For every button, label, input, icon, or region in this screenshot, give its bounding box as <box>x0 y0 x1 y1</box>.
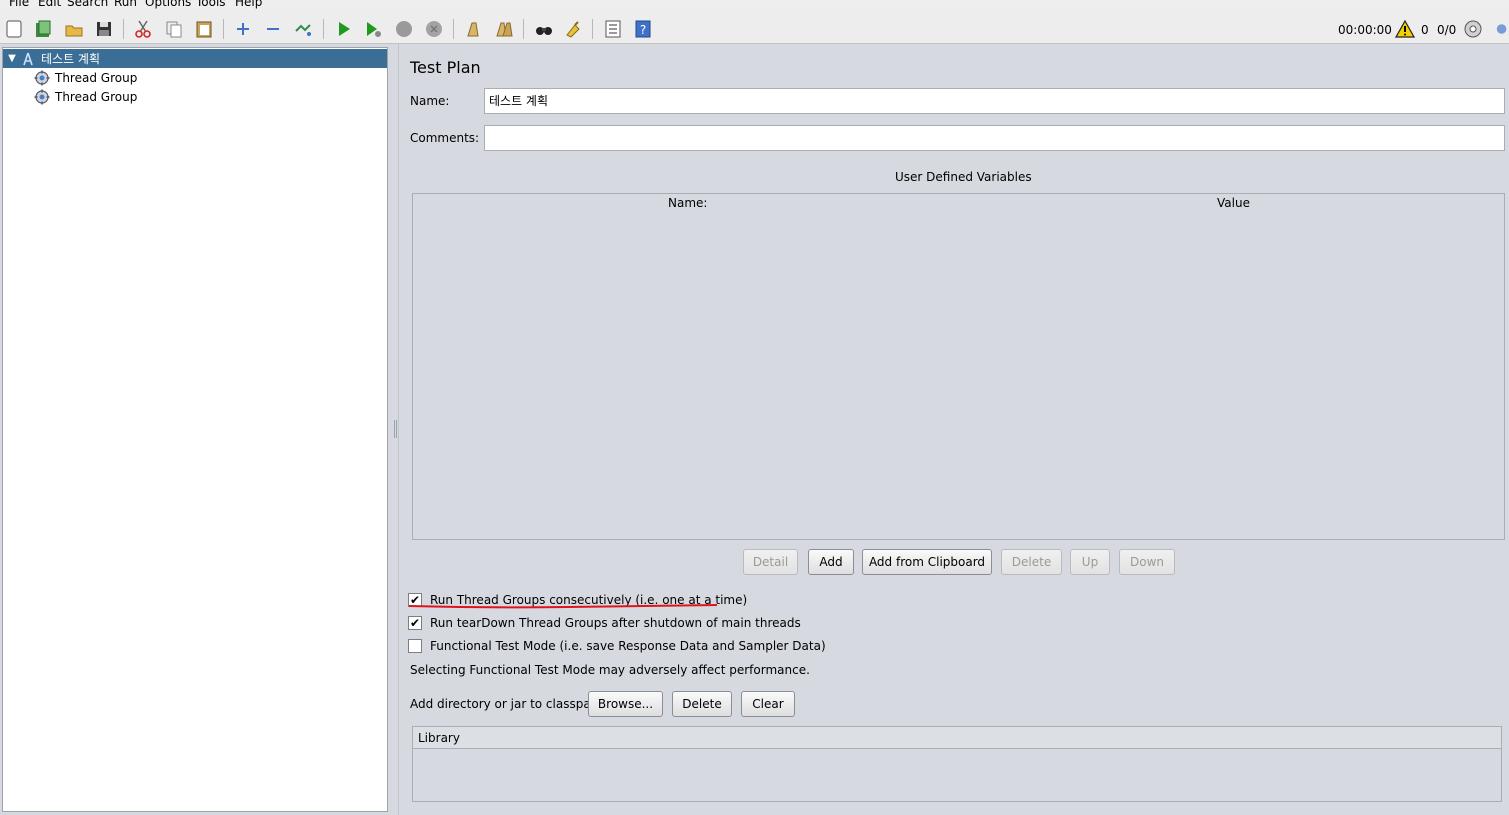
page-title: Test Plan <box>410 58 481 77</box>
test-plan-tree: ▼ 테스트 계획 Thread Group Thread Group <box>2 47 388 812</box>
help-icon[interactable]: ? <box>632 18 654 40</box>
tree-item-label: Thread Group <box>55 70 138 85</box>
tree-item-label: Thread Group <box>55 89 138 104</box>
active-threads: 0/0 <box>1437 23 1457 37</box>
tree-item-thread-group[interactable]: Thread Group <box>33 68 137 87</box>
delete-variable-button[interactable]: Delete <box>1001 549 1062 575</box>
down-button[interactable]: Down <box>1119 549 1175 575</box>
tree-collapse-icon[interactable]: ▼ <box>5 53 19 64</box>
checkbox-checked[interactable]: ✔ <box>408 616 422 630</box>
functional-mode-warning: Selecting Functional Test Mode may adver… <box>410 663 810 677</box>
clear-icon[interactable] <box>462 18 484 40</box>
comments-label: Comments: <box>410 131 480 145</box>
reset-search-icon[interactable] <box>562 18 584 40</box>
start-icon[interactable] <box>333 18 355 40</box>
functional-test-mode-checkbox[interactable]: Functional Test Mode (i.e. save Response… <box>408 636 826 656</box>
checkbox-label: Run tearDown Thread Groups after shutdow… <box>430 616 801 630</box>
clear-button[interactable]: Clear <box>741 691 795 717</box>
log-viewer-icon[interactable] <box>1492 18 1508 40</box>
thread-group-gear-icon <box>33 70 51 86</box>
collapse-icon[interactable] <box>262 18 284 40</box>
paste-icon[interactable] <box>193 18 215 40</box>
checkbox-label: Functional Test Mode (i.e. save Response… <box>430 639 826 653</box>
function-helper-icon[interactable] <box>602 18 624 40</box>
menu-options[interactable]: Options <box>145 0 191 10</box>
test-plan-panel: Test Plan Name: 테스트 계획 Comments: User De… <box>400 44 1509 815</box>
menu-help[interactable]: Help <box>235 0 262 10</box>
add-button[interactable]: Add <box>808 549 854 575</box>
name-field[interactable]: 테스트 계획 <box>484 88 1505 114</box>
comments-field[interactable] <box>484 125 1505 151</box>
new-icon[interactable] <box>3 18 25 40</box>
checkbox-unchecked[interactable] <box>408 639 422 653</box>
menu-file[interactable]: File <box>9 0 29 10</box>
shutdown-icon[interactable] <box>423 18 445 40</box>
udv-column-name[interactable]: Name: <box>668 196 707 210</box>
elapsed-time: 00:00:00 <box>1338 23 1392 37</box>
add-from-clipboard-button[interactable]: Add from Clipboard <box>862 549 992 575</box>
test-plan-icon <box>19 51 37 67</box>
library-table[interactable]: Library <box>412 726 1502 802</box>
toggle-icon[interactable] <box>292 18 314 40</box>
remote-status-icon <box>1462 18 1484 40</box>
save-icon[interactable] <box>93 18 115 40</box>
cut-icon[interactable] <box>132 18 154 40</box>
toolbar: ? 00:00:00 0 0/0 <box>0 10 1509 44</box>
expand-icon[interactable] <box>232 18 254 40</box>
open-icon[interactable] <box>63 18 85 40</box>
divider-grip[interactable] <box>394 420 397 438</box>
menu-run[interactable]: Run <box>114 0 137 10</box>
warning-icon[interactable] <box>1394 18 1416 40</box>
tree-item-thread-group[interactable]: Thread Group <box>33 87 137 106</box>
search-icon[interactable] <box>533 18 555 40</box>
clear-all-icon[interactable] <box>493 18 515 40</box>
udv-title: User Defined Variables <box>895 170 1032 184</box>
thread-group-gear-icon <box>33 89 51 105</box>
library-table-header <box>413 727 1501 749</box>
templates-icon[interactable] <box>32 18 54 40</box>
menu-bar: File Edit Search Run Options Tools Help <box>0 0 1509 10</box>
warning-count: 0 <box>1421 23 1429 37</box>
udv-table[interactable]: Name: Value <box>412 193 1505 540</box>
copy-icon[interactable] <box>163 18 185 40</box>
browse-button[interactable]: Browse... <box>588 691 663 717</box>
detail-button[interactable]: Detail <box>743 549 798 575</box>
tree-item-label: 테스트 계획 <box>41 52 101 66</box>
menu-search[interactable]: Search <box>67 0 108 10</box>
tree-item-test-plan[interactable]: ▼ 테스트 계획 <box>3 49 387 68</box>
menu-edit[interactable]: Edit <box>38 0 61 10</box>
up-button[interactable]: Up <box>1070 549 1110 575</box>
svg-text:?: ? <box>640 23 646 37</box>
red-annotation-underline <box>408 604 718 609</box>
classpath-label: Add directory or jar to classpath <box>410 697 604 711</box>
udv-column-value[interactable]: Value <box>1217 196 1250 210</box>
library-column[interactable]: Library <box>418 731 460 745</box>
delete-classpath-button[interactable]: Delete <box>672 691 732 717</box>
run-teardown-checkbox[interactable]: ✔ Run tearDown Thread Groups after shutd… <box>408 613 801 633</box>
menu-tools[interactable]: Tools <box>196 0 226 10</box>
name-label: Name: <box>410 94 450 108</box>
stop-icon[interactable] <box>393 18 415 40</box>
start-no-pauses-icon[interactable] <box>362 18 384 40</box>
